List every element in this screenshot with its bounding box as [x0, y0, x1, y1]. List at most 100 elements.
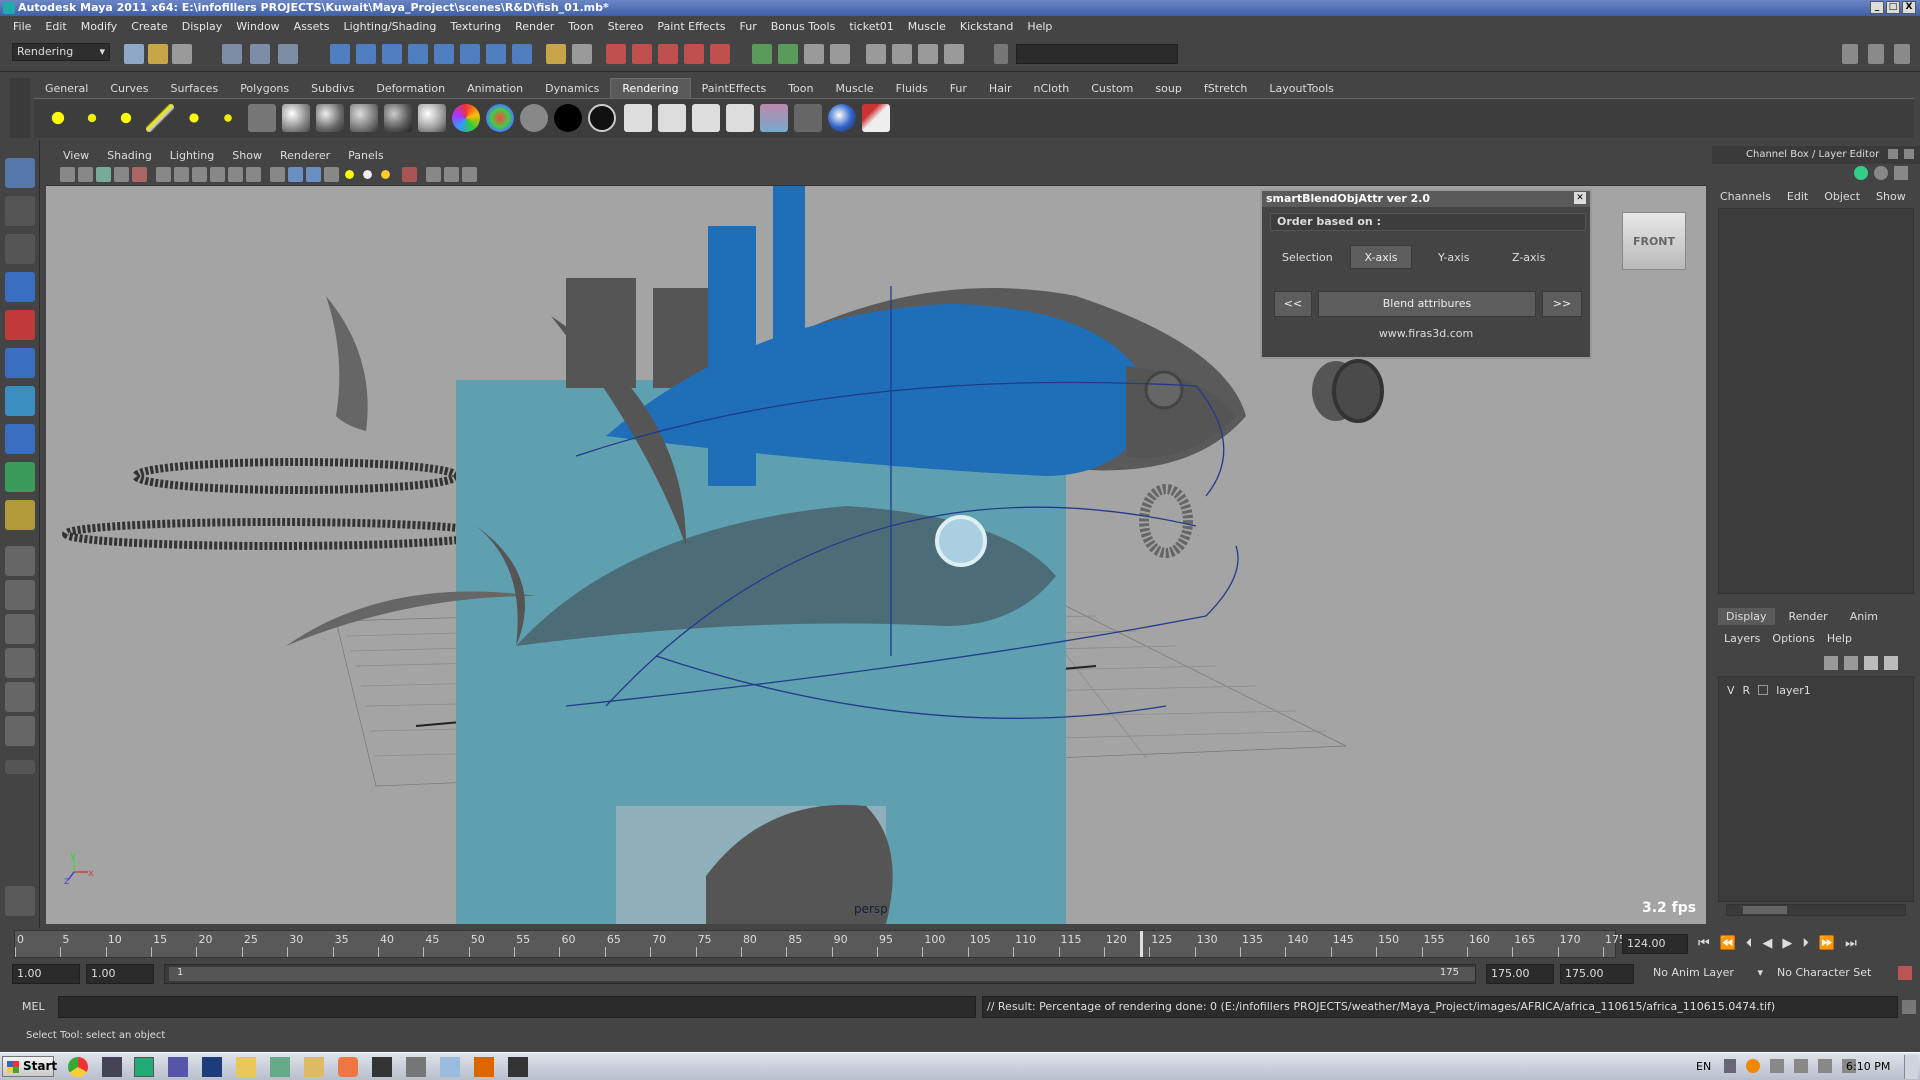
input-ops-icon[interactable]: [546, 44, 566, 64]
tab-deformation[interactable]: Deformation: [365, 82, 456, 95]
dialog-close-icon[interactable]: ✕: [1574, 192, 1586, 204]
tab-muscle[interactable]: Muscle: [824, 82, 884, 95]
tab-fstretch[interactable]: fStretch: [1193, 82, 1259, 95]
universal-manipulator-icon[interactable]: [5, 386, 35, 416]
layer-tab-anim[interactable]: Anim: [1842, 608, 1886, 625]
open-scene-icon[interactable]: [148, 44, 168, 64]
taskbar-app-icon-9[interactable]: [338, 1057, 358, 1077]
tab-painteffects[interactable]: PaintEffects: [691, 82, 778, 95]
taskbar-app-icon-10[interactable]: [372, 1057, 392, 1077]
use-background-icon[interactable]: [554, 104, 582, 132]
bookmark-icon[interactable]: [96, 167, 111, 182]
menu-lighting-shading[interactable]: Lighting/Shading: [336, 20, 443, 33]
menu-texturing[interactable]: Texturing: [443, 20, 508, 33]
channel-menu-edit[interactable]: Edit: [1787, 190, 1808, 203]
quick-select-icon[interactable]: [994, 44, 1008, 64]
command-language-label[interactable]: MEL: [22, 1000, 45, 1013]
minimize-button[interactable]: _: [1870, 1, 1884, 14]
layout-graph-icon[interactable]: [944, 44, 964, 64]
layout-persp-outliner-icon[interactable]: [5, 614, 35, 644]
layer-color-swatch[interactable]: [1758, 685, 1769, 695]
anim-layer-dropdown[interactable]: No Anim Layer ▾: [1648, 964, 1766, 984]
safe-action-icon[interactable]: [246, 167, 261, 182]
channel-box-mode-icon[interactable]: [1854, 166, 1868, 180]
textured-icon[interactable]: [324, 167, 339, 182]
view-cube[interactable]: FRONT: [1622, 212, 1686, 270]
move-tool-icon[interactable]: [5, 272, 35, 302]
tray-update-icon[interactable]: [1746, 1059, 1760, 1073]
directional-light-icon[interactable]: [78, 104, 106, 132]
default-lighting-icon[interactable]: [342, 167, 357, 182]
new-scene-icon[interactable]: [124, 44, 144, 64]
quick-selection-field[interactable]: [1016, 44, 1178, 64]
layout-four-view-icon[interactable]: [5, 580, 35, 610]
select-tool-icon[interactable]: [5, 158, 35, 188]
paint-select-tool-icon[interactable]: [5, 234, 35, 264]
explorer-taskbar-icon[interactable]: [236, 1057, 256, 1077]
tab-fur[interactable]: Fur: [939, 82, 978, 95]
menu-edit[interactable]: Edit: [38, 20, 73, 33]
xray-joints-icon[interactable]: [444, 167, 459, 182]
make-live-icon[interactable]: [434, 44, 454, 64]
start-time-field[interactable]: 1.00: [12, 964, 80, 984]
blinn-icon[interactable]: [316, 104, 344, 132]
layer-visibility-toggle[interactable]: V: [1727, 684, 1735, 697]
taskbar-app-icon-12[interactable]: [440, 1057, 460, 1077]
two-d-pan-zoom-icon[interactable]: [132, 167, 147, 182]
batch-render-icon[interactable]: [794, 104, 822, 132]
save-scene-icon[interactable]: [172, 44, 192, 64]
maya-taskbar-icon[interactable]: [134, 1057, 154, 1077]
viewport-menu-panels[interactable]: Panels: [339, 149, 392, 162]
menu-ticket01[interactable]: ticket01: [842, 20, 900, 33]
tray-monitor-icon[interactable]: [1818, 1059, 1832, 1073]
menu-assets[interactable]: Assets: [287, 20, 337, 33]
paint-brush-icon[interactable]: [862, 104, 890, 132]
phong-icon[interactable]: [350, 104, 378, 132]
channel-menu-channels[interactable]: Channels: [1720, 190, 1771, 203]
menu-bonus-tools[interactable]: Bonus Tools: [764, 20, 843, 33]
all-lights-icon[interactable]: [360, 167, 375, 182]
menu-file[interactable]: File: [6, 20, 38, 33]
viewport-menu-lighting[interactable]: Lighting: [161, 149, 223, 162]
menu-render[interactable]: Render: [508, 20, 561, 33]
render-settings-shelf-icon[interactable]: [692, 104, 720, 132]
viewport-menu-show[interactable]: Show: [223, 149, 271, 162]
tab-animation[interactable]: Animation: [456, 82, 534, 95]
shelf-menu-handle[interactable]: [10, 78, 30, 138]
go-to-end-icon[interactable]: ⏭: [1845, 936, 1857, 951]
smooth-shade-icon[interactable]: [288, 167, 303, 182]
layout-single-icon[interactable]: [866, 44, 886, 64]
layout-single-perspective-icon[interactable]: [5, 546, 35, 576]
taskbar-app-icon-2[interactable]: [102, 1057, 122, 1077]
current-frame-field[interactable]: 124.00: [1622, 934, 1688, 954]
menu-display[interactable]: Display: [175, 20, 230, 33]
spot-light-icon[interactable]: [146, 104, 174, 132]
ramp-shader-icon[interactable]: [452, 104, 480, 132]
outliner-toggle-icon[interactable]: [5, 886, 35, 916]
layer-render-toggle[interactable]: R: [1743, 684, 1751, 697]
menu-modify[interactable]: Modify: [74, 20, 124, 33]
tab-hair[interactable]: Hair: [978, 82, 1023, 95]
option-x-axis[interactable]: X-axis: [1350, 245, 1412, 269]
layer-menu-layers[interactable]: Layers: [1724, 632, 1760, 645]
taskbar-app-icon-14[interactable]: [508, 1057, 528, 1077]
taskbar-app-icon-8[interactable]: [304, 1057, 324, 1077]
script-editor-icon[interactable]: [1902, 1000, 1916, 1014]
layer-scrollbar[interactable]: [1726, 904, 1906, 916]
lasso-tool-icon[interactable]: [5, 196, 35, 226]
select-camera-icon[interactable]: [60, 167, 75, 182]
chrome-taskbar-icon[interactable]: [68, 1057, 88, 1077]
area-light-icon[interactable]: [180, 104, 208, 132]
option-selection[interactable]: Selection: [1282, 251, 1333, 264]
attribute-mode-icon[interactable]: [1874, 166, 1888, 180]
new-empty-layer-icon[interactable]: [1864, 656, 1878, 670]
point-light-icon[interactable]: [112, 104, 140, 132]
character-set-dropdown[interactable]: No Character Set: [1772, 964, 1890, 984]
xray-icon[interactable]: [426, 167, 441, 182]
tab-dynamics[interactable]: Dynamics: [534, 82, 610, 95]
maximize-button[interactable]: □: [1886, 1, 1900, 14]
option-z-axis[interactable]: Z-axis: [1512, 251, 1545, 264]
tab-ncloth[interactable]: nCloth: [1023, 82, 1081, 95]
tab-soup[interactable]: soup: [1144, 82, 1192, 95]
layer-menu-help[interactable]: Help: [1827, 632, 1852, 645]
